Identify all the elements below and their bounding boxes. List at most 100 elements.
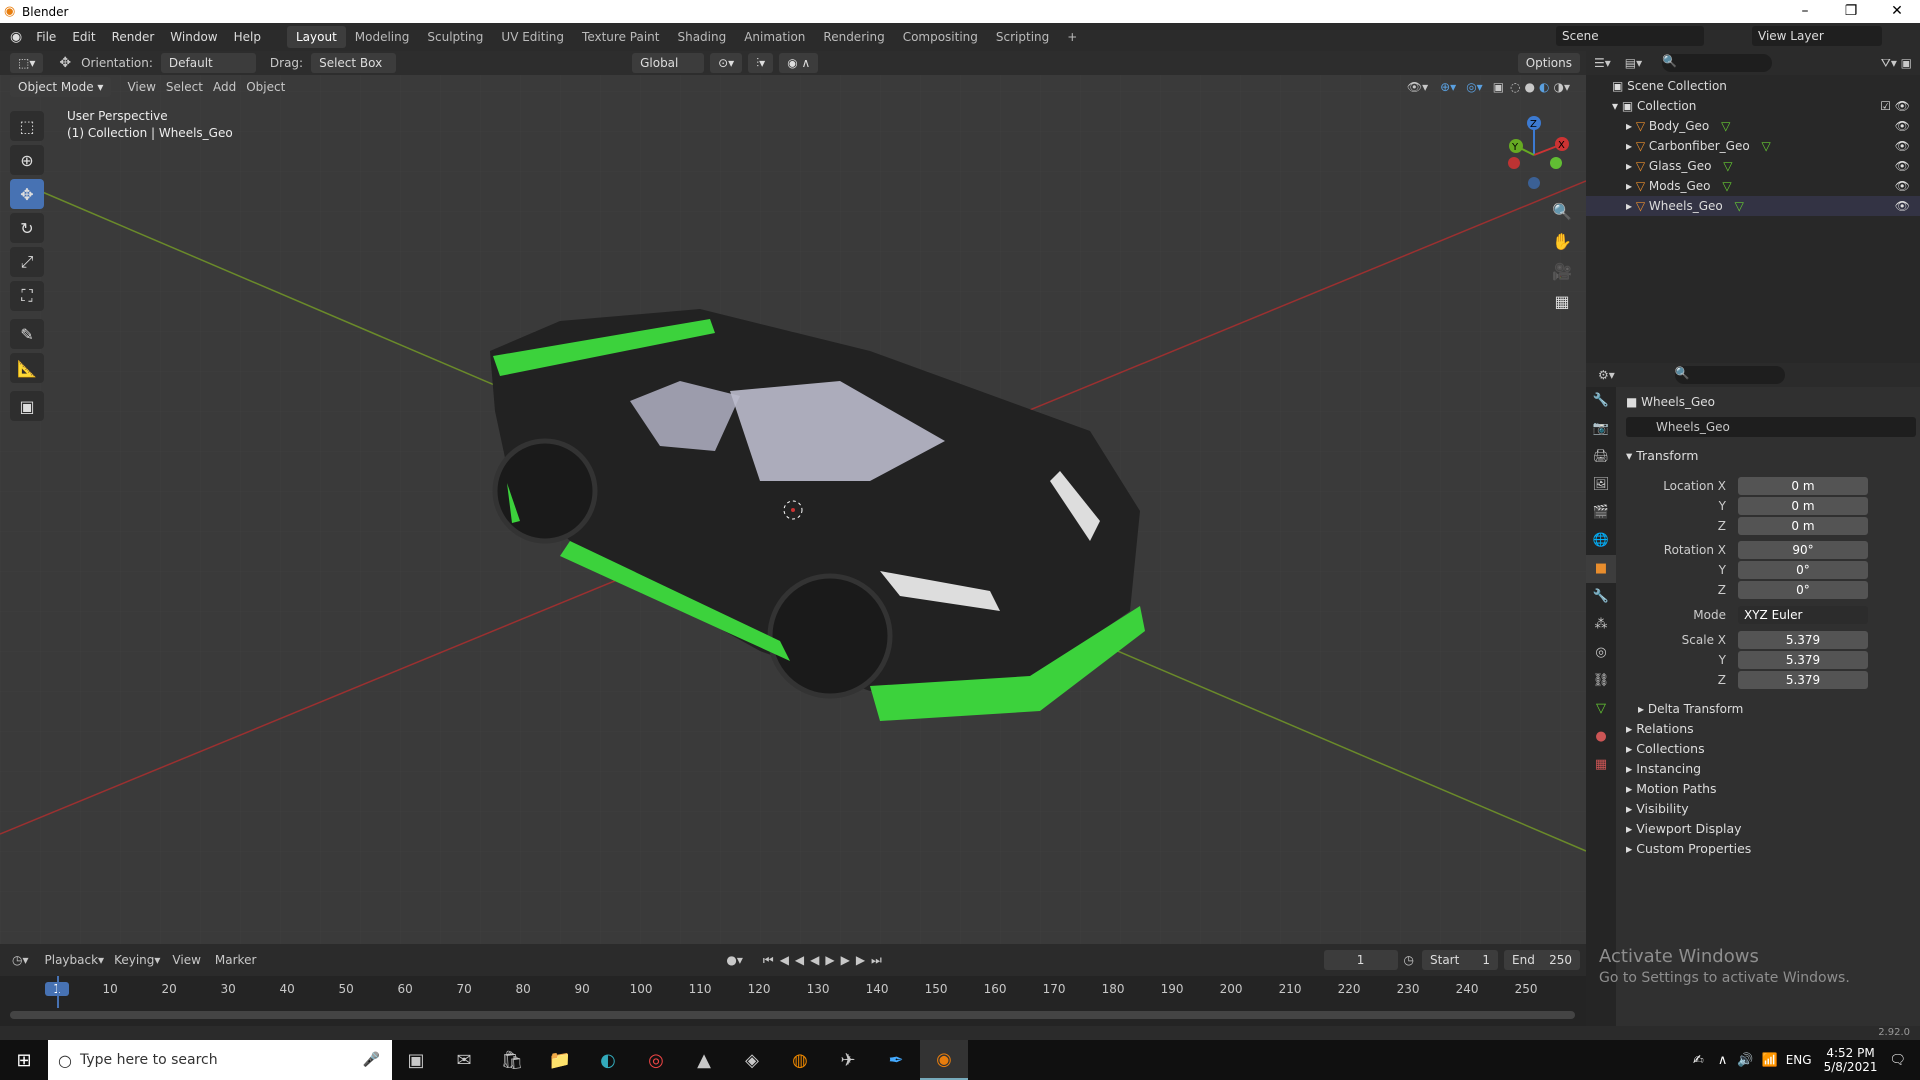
outliner-item[interactable]: ▸ ▽ Carbonfiber_Geo ▽ 👁: [1586, 136, 1920, 156]
timeline[interactable]: 1102030405060708090100110120130140150160…: [0, 976, 1586, 1026]
shading-material-icon[interactable]: ◐: [1539, 80, 1549, 94]
close-button[interactable]: ✕: [1874, 0, 1920, 23]
xray-icon[interactable]: ▣: [1493, 80, 1504, 94]
3d-viewport[interactable]: ⬚▾ ✥ Orientation: Default Drag: Select B…: [0, 51, 1586, 944]
network-icon[interactable]: 📶: [1762, 1053, 1778, 1068]
notification-icon[interactable]: 🗨: [1889, 1053, 1906, 1068]
store-icon[interactable]: 🛍: [488, 1040, 536, 1080]
outliner-item[interactable]: ▸ ▽ Mods_Geo ▽ 👁: [1586, 176, 1920, 196]
display-mode-icon[interactable]: ▤▾: [1625, 56, 1642, 70]
drag-dropdown[interactable]: Select Box: [311, 53, 397, 73]
visibility-eye-icon[interactable]: 👁: [1895, 116, 1910, 136]
transform-tool-icon-side[interactable]: ⛶: [10, 281, 44, 311]
workspace-tab-sculpting[interactable]: Sculpting: [418, 26, 492, 48]
volume-icon[interactable]: 🔊: [1737, 1053, 1753, 1068]
snap-button[interactable]: ⫶▾: [748, 53, 774, 73]
clock[interactable]: 4:52 PM 5/8/2021: [1824, 1046, 1878, 1074]
editor-type-button[interactable]: ⬚▾: [10, 53, 44, 73]
record-icon[interactable]: ●▾: [726, 953, 743, 967]
microphone-icon[interactable]: 🎤: [363, 1052, 380, 1068]
pan-hand-icon[interactable]: ✋: [1548, 227, 1576, 257]
mail-icon[interactable]: ✉: [440, 1040, 488, 1080]
constraints-tab-icon[interactable]: ⛓: [1586, 667, 1616, 695]
panel-motion-paths[interactable]: ▸ Motion Paths: [1626, 779, 1717, 799]
render-tab-icon[interactable]: 📷: [1586, 415, 1616, 443]
marker-menu[interactable]: Marker: [215, 953, 256, 967]
panel-instancing[interactable]: ▸ Instancing: [1626, 759, 1701, 779]
panel-custom-properties[interactable]: ▸ Custom Properties: [1626, 839, 1751, 859]
properties-search-input[interactable]: 🔍: [1674, 366, 1785, 384]
expand-icon[interactable]: ▸: [1626, 199, 1632, 213]
visibility-eye-icon[interactable]: 👁: [1895, 176, 1910, 196]
scene-collection-row[interactable]: ▣ Scene Collection: [1586, 76, 1920, 96]
outliner-item[interactable]: ▸ ▽ Glass_Geo ▽ 👁: [1586, 156, 1920, 176]
material-tab-icon[interactable]: ●: [1586, 723, 1616, 751]
output-tab-icon[interactable]: 🖨: [1586, 443, 1616, 471]
delta-transform-subpanel[interactable]: ▸ Delta Transform: [1638, 699, 1743, 719]
timeline-editor-icon[interactable]: ◷▾: [12, 953, 29, 967]
add-cube-tool-icon[interactable]: ▣: [10, 391, 44, 421]
gizmo-toggle-icon[interactable]: ⊕▾: [1440, 80, 1456, 94]
panel-relations[interactable]: ▸ Relations: [1626, 719, 1694, 739]
workspace-tab-rendering[interactable]: Rendering: [814, 26, 893, 48]
language-indicator[interactable]: ENG: [1786, 1053, 1812, 1067]
view-layer-selector[interactable]: View Layer: [1752, 26, 1882, 46]
tray-chevron-icon[interactable]: ∧: [1718, 1053, 1728, 1068]
timeline-scrollbar[interactable]: [10, 1011, 1575, 1019]
location-z-field[interactable]: 0 m: [1738, 517, 1868, 535]
move-tool-icon[interactable]: ✥: [10, 179, 44, 209]
davinci-icon[interactable]: ◈: [728, 1040, 776, 1080]
workspace-tab-animation[interactable]: Animation: [735, 26, 814, 48]
panel-viewport-display[interactable]: ▸ Viewport Display: [1626, 819, 1742, 839]
app-icon-3[interactable]: ✈: [824, 1040, 872, 1080]
rotation-mode-dropdown[interactable]: XYZ Euler: [1738, 606, 1868, 624]
panel-collections[interactable]: ▸ Collections: [1626, 739, 1705, 759]
start-frame-field[interactable]: Start 1: [1422, 950, 1498, 970]
playback-menu[interactable]: Playback: [45, 953, 99, 967]
proportional-edit-button[interactable]: ◉ ∧: [779, 53, 819, 73]
scale-tool-icon[interactable]: ⤢: [10, 247, 44, 277]
end-frame-field[interactable]: End 250: [1504, 950, 1580, 970]
file-explorer-icon[interactable]: 📁: [536, 1040, 584, 1080]
edge-icon[interactable]: ◐: [584, 1040, 632, 1080]
location-x-field[interactable]: 0 m: [1738, 477, 1868, 495]
shading-wireframe-icon[interactable]: ◌: [1510, 80, 1520, 94]
playhead[interactable]: [57, 976, 59, 1008]
rotate-tool-icon[interactable]: ↻: [10, 213, 44, 243]
filter-icon[interactable]: ⛛▾ ▣: [1881, 56, 1912, 71]
rotation-x-field[interactable]: 90°: [1738, 541, 1868, 559]
overlay-toggle-icon[interactable]: ◎▾: [1466, 80, 1483, 94]
workspace-tab-uv-editing[interactable]: UV Editing: [492, 26, 573, 48]
scene-selector[interactable]: Scene: [1556, 26, 1704, 46]
texture-tab-icon[interactable]: ▦: [1586, 751, 1616, 779]
object-tab-icon[interactable]: ■: [1586, 555, 1616, 583]
taskbar-search-input[interactable]: ○ Type here to search 🎤: [48, 1040, 392, 1080]
outliner-item[interactable]: ▸ ▽ Wheels_Geo ▽ 👁: [1586, 196, 1920, 216]
blender-menu-icon[interactable]: ◉: [10, 29, 22, 45]
physics-tab-icon[interactable]: ◎: [1586, 639, 1616, 667]
tool-tab-icon[interactable]: 🔧: [1586, 387, 1616, 415]
menu-help[interactable]: Help: [226, 23, 269, 51]
playback-controls[interactable]: ⏮◀◀◀▶▶▶⏭: [763, 953, 888, 968]
minimize-button[interactable]: –: [1782, 0, 1828, 23]
current-frame-field[interactable]: 1: [1323, 950, 1398, 970]
pivot-point-button[interactable]: ⊙▾: [710, 53, 743, 73]
outliner-search-input[interactable]: 🔍: [1662, 54, 1773, 72]
expand-icon[interactable]: ▸: [1626, 179, 1632, 193]
keying-menu[interactable]: Keying: [114, 953, 154, 967]
task-view-icon[interactable]: ▣: [392, 1040, 440, 1080]
particles-tab-icon[interactable]: ⁂: [1586, 611, 1616, 639]
scale-z-field[interactable]: 5.379: [1738, 671, 1868, 689]
data-tab-icon[interactable]: ▽: [1586, 695, 1616, 723]
location-y-field[interactable]: 0 m: [1738, 497, 1868, 515]
shading-rendered-icon[interactable]: ◑▾: [1554, 80, 1571, 94]
outliner-item[interactable]: ▸ ▽ Body_Geo ▽ 👁: [1586, 116, 1920, 136]
workspace-tab-modeling[interactable]: Modeling: [346, 26, 419, 48]
add-menu[interactable]: Add: [213, 80, 236, 94]
menu-window[interactable]: Window: [162, 23, 225, 51]
start-button-icon[interactable]: ⊞: [0, 1040, 48, 1080]
modifier-tab-icon[interactable]: 🔧: [1586, 583, 1616, 611]
transform-orientation-dropdown[interactable]: Global: [632, 53, 705, 73]
workspace-tab-shading[interactable]: Shading: [668, 26, 735, 48]
visibility-eye-icon[interactable]: 👁: [1895, 156, 1910, 176]
